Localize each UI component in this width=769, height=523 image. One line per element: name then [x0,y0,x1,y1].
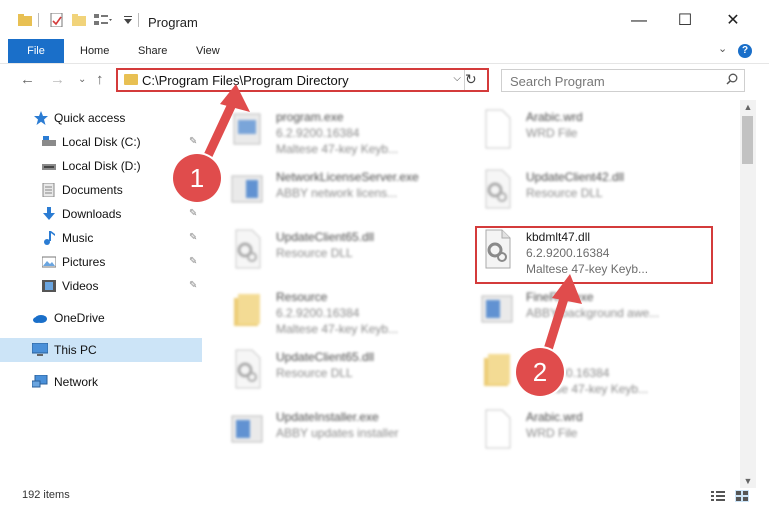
callout-2: 2 [516,348,564,396]
arrow-2 [541,274,582,361]
arrow-1 [201,84,250,165]
annotation-arrows [201,84,582,361]
callout-1: 1 [173,154,221,202]
